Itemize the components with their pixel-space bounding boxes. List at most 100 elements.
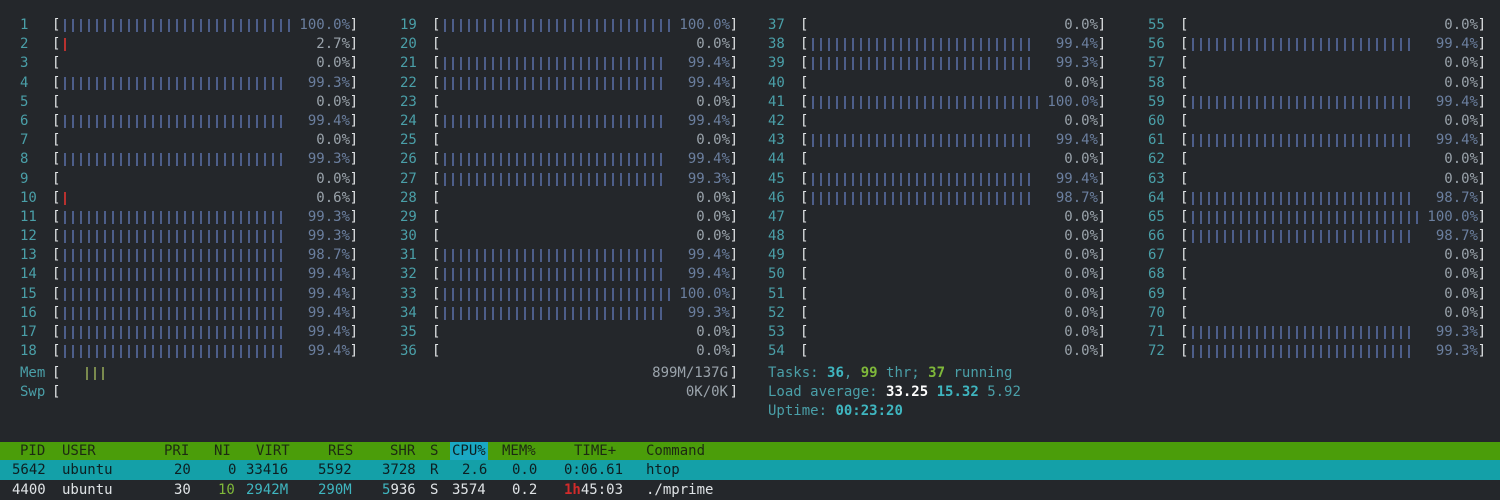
cpu-left-bracket: [ xyxy=(52,304,61,321)
cpu-meter: 24 [99.4%] xyxy=(400,112,740,131)
cpu-right-bracket: ] xyxy=(1477,266,1486,283)
cpu-left-bracket: [ xyxy=(1180,36,1189,53)
cpu-left-bracket: [ xyxy=(432,343,441,360)
cpu-right-bracket: ] xyxy=(729,208,738,225)
cpu-left-bracket: [ xyxy=(1180,132,1189,149)
row-command: htop xyxy=(646,462,680,478)
cpu-right-bracket: ] xyxy=(349,36,358,53)
col-command[interactable]: Command xyxy=(646,442,705,460)
cpu-usage-bar xyxy=(812,38,1037,52)
col-user[interactable]: USER xyxy=(62,442,96,460)
cpu-left-bracket: [ xyxy=(1180,247,1189,264)
cpu-number: 65 xyxy=(1148,208,1165,225)
cpu-number: 42 xyxy=(768,112,785,129)
threads-count: 99 xyxy=(860,365,878,381)
cpu-left-bracket: [ xyxy=(800,74,809,91)
col-cpu[interactable]: CPU% xyxy=(450,442,488,460)
row-user: ubuntu xyxy=(62,462,113,478)
cpu-bar-track xyxy=(812,172,1094,186)
cpu-left-bracket: [ xyxy=(52,17,61,33)
cpu-left-bracket: [ xyxy=(432,304,441,321)
cpu-usage-bar xyxy=(64,76,289,90)
cpu-number: 27 xyxy=(400,170,417,187)
cpu-left-bracket: [ xyxy=(432,324,441,340)
col-time[interactable]: TIME+ xyxy=(574,442,616,460)
tasks-count: 36 xyxy=(827,365,844,381)
cpu-right-bracket: ] xyxy=(1097,247,1106,264)
cpu-column-2: 19 [100.0%] 20 [0.0%] 21 [99.4%] 22 [99.4%] 23 [0… xyxy=(400,16,740,361)
cpu-left-bracket: [ xyxy=(432,228,441,245)
cpu-meter: 69 [0.0%] xyxy=(1148,285,1488,304)
cpu-meter: 38 [99.4%] xyxy=(768,35,1108,54)
cpu-bar-track xyxy=(1192,307,1474,320)
cpu-right-bracket: ] xyxy=(1477,36,1486,53)
cpu-number: 17 xyxy=(20,324,37,340)
col-ni[interactable]: NI xyxy=(214,442,231,460)
cpu-left-bracket: [ xyxy=(800,304,809,321)
cpu-right-bracket: ] xyxy=(729,189,738,206)
cpu-percent: 0.0% xyxy=(696,343,730,360)
cpu-meter: 34 [99.3%] xyxy=(400,304,740,323)
cpu-right-bracket: ] xyxy=(349,93,358,110)
cpu-number: 45 xyxy=(768,170,785,187)
cpu-meter: 58 [0.0%] xyxy=(1148,74,1488,93)
row-shr: 5936 xyxy=(382,480,416,500)
cpu-left-bracket: [ xyxy=(1180,151,1189,168)
process-row[interactable]: 4400 ubuntu 30 10 2942M 290M 5936 S 3574… xyxy=(0,480,1500,500)
cpu-meter: 12 [99.3%] xyxy=(20,227,360,246)
cpu-bar-track xyxy=(444,211,726,224)
cpu-bar-track xyxy=(64,306,346,320)
cpu-percent: 100.0% xyxy=(1047,93,1098,110)
cpu-meter: 20 [0.0%] xyxy=(400,35,740,54)
htop-terminal: 1[100.0%] 2[2.7%] 3[0.0%] 4[99.3%] 5[0.0%] 6[… xyxy=(0,0,1500,500)
swp-meter: Swp [ 0K/0K ] xyxy=(20,383,740,402)
process-row-selected[interactable]: 5642 ubuntu 20 0 33416 5592 3728 R 2.6 0… xyxy=(0,460,1500,480)
cpu-percent: 0.0% xyxy=(1444,247,1478,264)
cpu-bar-track xyxy=(1192,95,1474,109)
cpu-percent: 98.7% xyxy=(1435,228,1478,245)
cpu-right-bracket: ] xyxy=(349,343,358,360)
col-mem[interactable]: MEM% xyxy=(502,442,536,460)
cpu-number: 1 xyxy=(20,17,29,33)
cpu-percent: 99.4% xyxy=(307,112,350,129)
cpu-bar-track xyxy=(1192,115,1474,128)
cpu-number: 46 xyxy=(768,189,785,206)
load-15min: 5.92 xyxy=(987,384,1021,401)
cpu-meter: 55 [0.0%] xyxy=(1148,16,1488,35)
cpu-number: 23 xyxy=(400,93,417,110)
cpu-left-bracket: [ xyxy=(52,170,61,187)
cpu-percent: 100.0% xyxy=(679,285,730,302)
cpu-bar-track xyxy=(64,249,346,263)
cpu-number: 41 xyxy=(768,93,785,110)
cpu-usage-bar xyxy=(64,268,289,282)
col-pri[interactable]: PRI xyxy=(164,442,189,460)
cpu-number: 18 xyxy=(20,343,37,360)
row-ni: 10 xyxy=(218,482,235,498)
cpu-meter: 33 [100.0%] xyxy=(400,285,740,304)
col-res[interactable]: RES xyxy=(328,442,353,460)
swp-label: Swp xyxy=(20,384,46,401)
cpu-left-bracket: [ xyxy=(432,112,441,129)
cpu-percent: 0.0% xyxy=(1444,17,1478,33)
cpu-number: 55 xyxy=(1148,17,1165,33)
cpu-usage-bar xyxy=(812,172,1037,186)
cpu-bar-track xyxy=(812,77,1094,90)
cpu-right-bracket: ] xyxy=(1477,189,1486,206)
cpu-percent: 98.7% xyxy=(1435,189,1478,206)
cpu-left-bracket: [ xyxy=(800,112,809,129)
cpu-meter: 16 [99.4%] xyxy=(20,304,360,323)
col-pid[interactable]: PID xyxy=(20,442,45,460)
col-virt[interactable]: VIRT xyxy=(256,442,290,460)
col-state[interactable]: S xyxy=(430,442,438,460)
cpu-right-bracket: ] xyxy=(349,151,358,168)
cpu-percent: 2.7% xyxy=(316,36,350,53)
cpu-number: 44 xyxy=(768,151,785,168)
tasks-line: Tasks: 36, 99 thr; 37 running xyxy=(768,364,1021,383)
cpu-bar-track xyxy=(444,172,726,186)
cpu-meter: 44 [0.0%] xyxy=(768,150,1108,169)
col-shr[interactable]: SHR xyxy=(390,442,415,460)
cpu-right-bracket: ] xyxy=(1477,74,1486,91)
uptime-value: 00:23:20 xyxy=(835,403,903,420)
cpu-meter: 27 [99.3%] xyxy=(400,170,740,189)
cpu-right-bracket: ] xyxy=(349,17,358,33)
